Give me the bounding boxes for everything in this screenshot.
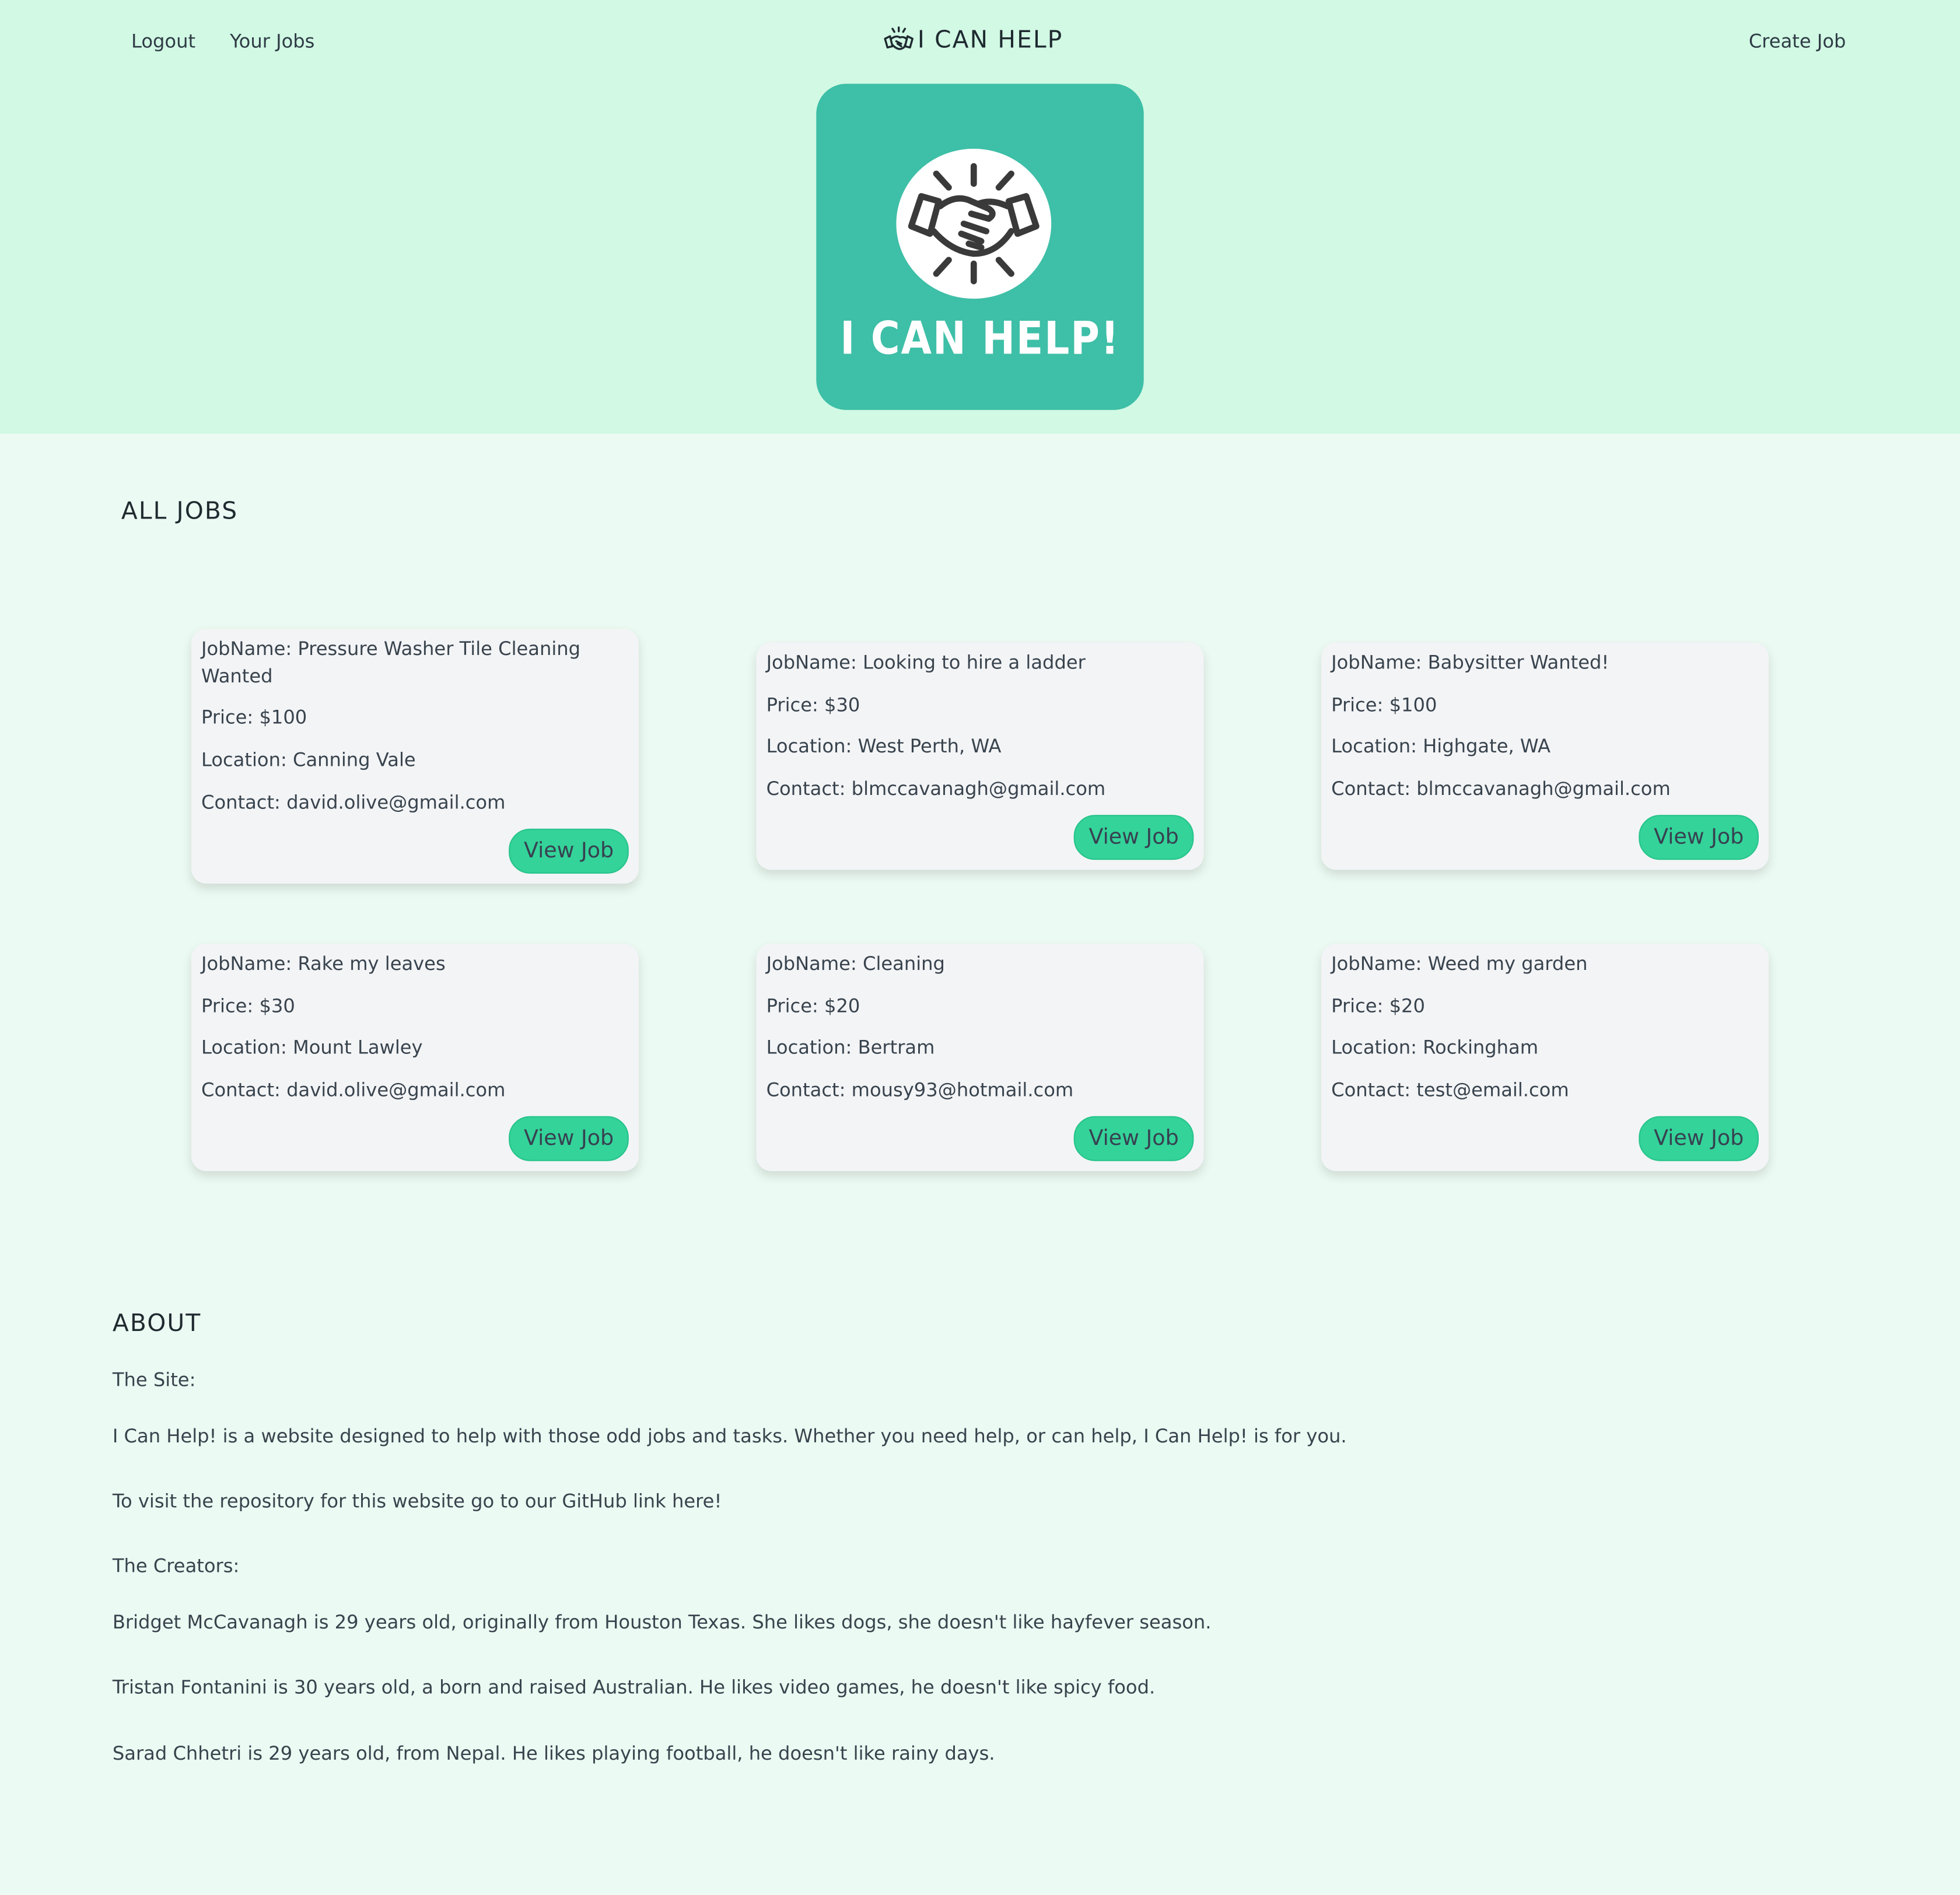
job-price: Price: $20: [1331, 994, 1425, 1018]
handshake-icon: [884, 26, 914, 50]
creator-bio: Bridget McCavanagh is 29 years old, orig…: [112, 1611, 1212, 1634]
view-job-button[interactable]: View Job: [1639, 1116, 1759, 1161]
site-description: I Can Help! is a website designed to hel…: [112, 1424, 1347, 1448]
site-heading: The Site:: [112, 1368, 196, 1391]
job-card: JobName: Cleaning Price: $20 Location: B…: [756, 943, 1204, 1171]
job-card: JobName: Rake my leaves Price: $30 Locat…: [191, 943, 639, 1171]
job-location: Location: West Perth, WA: [766, 735, 1002, 758]
about-heading: ABOUT: [112, 1309, 202, 1337]
job-name: JobName: Weed my garden: [1331, 952, 1588, 975]
job-contact: Contact: blmccavanagh@gmail.com: [1331, 777, 1671, 800]
your-jobs-link[interactable]: Your Jobs: [230, 30, 314, 52]
view-job-button[interactable]: View Job: [1073, 815, 1194, 860]
view-job-button[interactable]: View Job: [509, 828, 629, 874]
view-job-button[interactable]: View Job: [1639, 815, 1759, 860]
logo-text: I CAN HELP!: [840, 313, 1120, 365]
all-jobs-heading: ALL JOBS: [121, 497, 239, 525]
job-name: JobName: Looking to hire a ladder: [766, 651, 1086, 674]
job-price: Price: $20: [766, 994, 860, 1018]
job-location: Location: Mount Lawley: [201, 1036, 423, 1059]
job-contact: Contact: david.olive@gmail.com: [201, 1078, 506, 1101]
job-contact: Contact: blmccavanagh@gmail.com: [766, 777, 1106, 800]
creator-bio: Sarad Chhetri is 29 years old, from Nepa…: [112, 1742, 995, 1765]
header-hero: Logout Your Jobs I CAN HELP Create Job I…: [0, 0, 1960, 434]
job-price: Price: $30: [201, 994, 295, 1018]
creator-bio: Tristan Fontanini is 30 years old, a bor…: [112, 1676, 1156, 1699]
job-price: Price: $100: [201, 706, 307, 729]
job-card: JobName: Pressure Washer Tile Cleaning W…: [191, 628, 639, 884]
job-name: JobName: Babysitter Wanted!: [1331, 651, 1609, 674]
job-name: JobName: Cleaning: [766, 952, 945, 975]
logout-link[interactable]: Logout: [131, 30, 195, 52]
job-contact: Contact: test@email.com: [1331, 1078, 1569, 1101]
brand[interactable]: I CAN HELP: [883, 26, 1063, 54]
job-location: Location: Bertram: [766, 1036, 935, 1059]
job-contact: Contact: david.olive@gmail.com: [201, 791, 506, 814]
job-card: JobName: Looking to hire a ladder Price:…: [756, 642, 1204, 870]
view-job-button[interactable]: View Job: [1073, 1116, 1194, 1161]
job-location: Location: Rockingham: [1331, 1036, 1539, 1059]
brand-title: I CAN HELP: [917, 26, 1063, 54]
repo-link-text[interactable]: To visit the repository for this website…: [113, 1490, 722, 1512]
job-contact: Contact: mousy93@hotmail.com: [766, 1078, 1074, 1101]
job-card: JobName: Weed my garden Price: $20 Locat…: [1321, 943, 1769, 1171]
handshake-logo-icon: [908, 163, 1040, 285]
job-card: JobName: Babysitter Wanted! Price: $100 …: [1321, 642, 1769, 870]
job-price: Price: $30: [766, 693, 860, 716]
job-name: JobName: Rake my leaves: [201, 952, 446, 975]
logo: I CAN HELP!: [816, 83, 1144, 410]
create-job-link[interactable]: Create Job: [1749, 30, 1846, 52]
job-name: JobName: Pressure Washer Tile Cleaning W…: [201, 637, 581, 688]
job-location: Location: Canning Vale: [201, 748, 416, 772]
creators-heading: The Creators:: [112, 1554, 240, 1578]
job-location: Location: Highgate, WA: [1331, 735, 1550, 758]
logo-circle: [896, 148, 1052, 299]
job-price: Price: $100: [1331, 693, 1437, 716]
view-job-button[interactable]: View Job: [509, 1116, 629, 1161]
